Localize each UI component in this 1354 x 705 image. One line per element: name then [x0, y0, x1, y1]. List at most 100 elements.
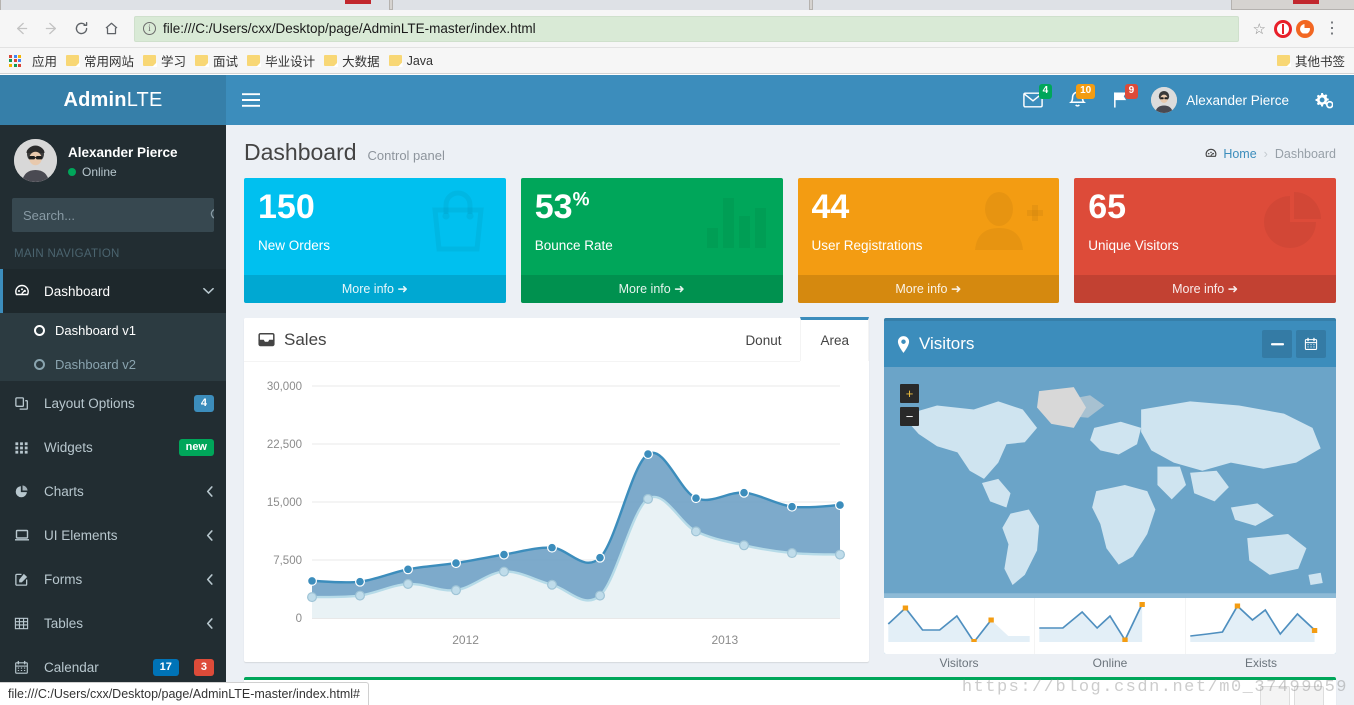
notifications-menu-button[interactable]: 10	[1056, 75, 1099, 125]
navbar-user-name: Alexander Pierce	[1186, 92, 1289, 108]
small-box-value: 65	[1088, 188, 1127, 226]
sidebar-item-ui-elements[interactable]: UI Elements	[0, 513, 226, 557]
browser-toolbar: i file:///C:/Users/cxx/Desktop/page/Admi…	[0, 10, 1354, 48]
forward-arrow-icon[interactable]	[38, 16, 64, 42]
more-info-link[interactable]: More info ➜	[797, 275, 1060, 303]
reload-icon[interactable]	[68, 16, 94, 42]
sidebar-badge-calendar-alerts: 3	[193, 658, 214, 676]
sparkline-exists[interactable]: Exists	[1185, 598, 1336, 670]
home-icon[interactable]	[98, 16, 124, 42]
small-box-value: 150	[258, 188, 315, 226]
bookmark-label: 常用网站	[84, 55, 135, 69]
map-zoom-in-button[interactable]: +	[900, 384, 919, 403]
sidebar-user-panel[interactable]: Alexander Pierce Online	[0, 125, 226, 194]
map-zoom-out-button[interactable]: −	[900, 407, 919, 426]
navbar-user-menu[interactable]: Alexander Pierce	[1142, 75, 1301, 125]
sidebar-item-label: Dashboard	[44, 283, 111, 299]
browser-tab[interactable]	[392, 0, 810, 10]
sales-box-title: Sales	[244, 318, 726, 361]
breadcrumb-home[interactable]: Home	[1204, 147, 1257, 161]
sidebar-item-label: Widgets	[44, 439, 93, 455]
visitors-box: Visitors + − Visitors Online Exists	[884, 318, 1336, 670]
sidebar-toggle-button[interactable]	[226, 75, 276, 125]
area-chart-svg: 0 7,500 15,000 22,500 30,000 2012 2013	[267, 381, 845, 647]
bookmark-star-icon[interactable]: ☆	[1249, 20, 1270, 38]
folder-icon	[247, 55, 261, 66]
messages-menu-button[interactable]: 4	[1010, 75, 1056, 125]
sparkline-chart	[1039, 602, 1145, 642]
tab-label: Area	[820, 333, 849, 348]
orange-extension-icon[interactable]	[1296, 19, 1314, 38]
more-info-link[interactable]: More info ➜	[244, 275, 506, 303]
control-sidebar-toggle[interactable]	[1301, 75, 1346, 125]
bookmark-item[interactable]: 大数据	[324, 51, 389, 70]
adminlte-app: AdminLTE Alexander Pierce Online Search.…	[0, 75, 1354, 705]
opera-extension-icon[interactable]	[1274, 19, 1292, 38]
browser-tab[interactable]	[0, 0, 390, 10]
sidebar-subitem-label: Dashboard v1	[55, 322, 136, 338]
back-arrow-icon[interactable]	[8, 16, 34, 42]
bookmark-item[interactable]: 应用	[32, 51, 66, 70]
copy-icon	[14, 396, 33, 411]
sidebar-item-forms[interactable]: Forms	[0, 557, 226, 601]
info-icon[interactable]: i	[143, 22, 156, 35]
sidebar-item-dashboard-v2[interactable]: Dashboard v2	[0, 347, 226, 381]
sparkline-visitors[interactable]: Visitors	[884, 598, 1034, 670]
status-bar-url: file:///C:/Users/cxx/Desktop/page/AdminL…	[8, 687, 360, 701]
sales-tabs-header: Sales Donut Area	[244, 317, 869, 362]
calendar-button[interactable]	[1296, 330, 1326, 358]
sidebar-item-layout-options[interactable]: Layout Options 4	[0, 381, 226, 425]
browser-tab[interactable]	[812, 0, 1232, 10]
small-box-value: 44	[811, 188, 850, 226]
search-input[interactable]	[12, 198, 210, 232]
world-map-svg	[884, 367, 1336, 598]
browser-tab-strip	[0, 0, 1354, 10]
map-marker-icon	[897, 335, 910, 353]
tasks-menu-button[interactable]: 9	[1099, 75, 1142, 125]
more-info-link[interactable]: More info ➜	[520, 275, 783, 303]
kebab-menu-icon[interactable]: ⋮	[1318, 21, 1346, 37]
app-logo[interactable]: AdminLTE	[0, 75, 226, 125]
sidebar-item-tables[interactable]: Tables	[0, 601, 226, 645]
apps-grid-icon[interactable]	[9, 54, 21, 67]
tab-area[interactable]: Area	[800, 317, 869, 361]
bookmark-label: Java	[406, 53, 433, 68]
sidebar-item-dashboard[interactable]: Dashboard	[0, 269, 226, 313]
folder-icon	[324, 55, 338, 66]
zoom-out-label: −	[905, 409, 914, 424]
sidebar-item-label: Forms	[44, 571, 83, 587]
svg-text:22,500: 22,500	[267, 439, 302, 451]
search-icon[interactable]	[210, 198, 214, 232]
sidebar-badge-calendar-events: 17	[152, 658, 179, 676]
other-bookmarks-button[interactable]: 其他书签	[1276, 51, 1345, 70]
sidebar-item-widgets[interactable]: Widgets new	[0, 425, 226, 469]
pie-chart-icon	[1254, 188, 1324, 252]
more-info-link[interactable]: More info ➜	[1074, 275, 1336, 303]
breadcrumb-separator: ›	[1263, 146, 1268, 161]
box-tool-button[interactable]	[1294, 685, 1324, 705]
sparkline-online[interactable]: Online	[1034, 598, 1185, 670]
box-tool-button[interactable]	[1260, 685, 1290, 705]
sidebar-user-status: Online	[68, 165, 178, 179]
tab-donut[interactable]: Donut	[726, 317, 800, 361]
bookmark-item[interactable]: 毕业设计	[247, 51, 324, 70]
grid-icon	[14, 440, 33, 455]
minimize-button[interactable]	[1262, 330, 1292, 358]
bookmark-label: 学习	[161, 55, 187, 69]
svg-text:2013: 2013	[711, 633, 738, 647]
sales-area-chart[interactable]: 0 7,500 15,000 22,500 30,000 2012 2013	[244, 362, 869, 662]
sidebar-search[interactable]	[12, 198, 214, 232]
bookmark-item[interactable]: 学习	[143, 51, 195, 70]
dashboard-main-row: Sales Donut Area 0 7,500 15,000 22,500 30,00…	[226, 310, 1354, 670]
chevron-left-icon	[206, 573, 214, 585]
bookmark-item[interactable]: Java	[388, 53, 442, 68]
chevron-left-icon	[206, 617, 214, 629]
bookmark-item[interactable]: 常用网站	[66, 51, 143, 70]
sidebar-item-charts[interactable]: Charts	[0, 469, 226, 513]
bookmark-item[interactable]: 面试	[195, 51, 247, 70]
address-bar[interactable]: i file:///C:/Users/cxx/Desktop/page/Admi…	[134, 15, 1239, 42]
sidebar-item-dashboard-v1[interactable]: Dashboard v1	[0, 313, 226, 347]
world-map[interactable]: + −	[884, 367, 1336, 598]
sparkline-label: Visitors	[939, 656, 979, 670]
other-bookmarks-label: 其他书签	[1294, 55, 1345, 69]
